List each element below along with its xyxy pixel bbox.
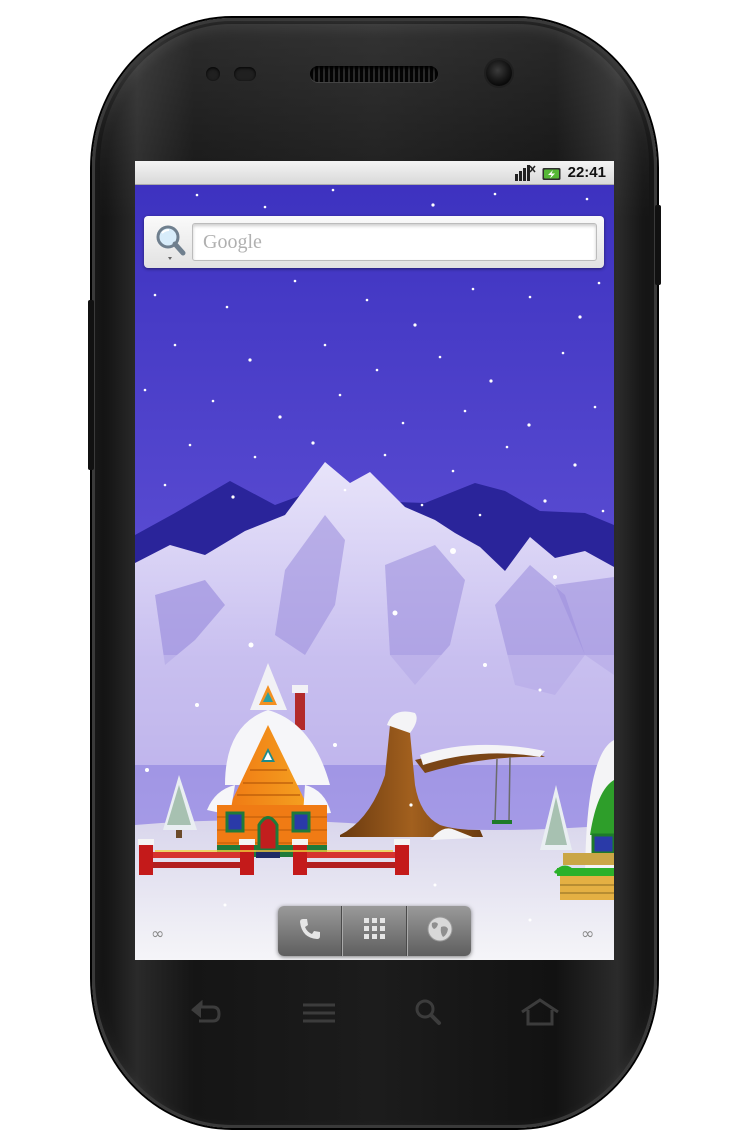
browser-globe-icon bbox=[426, 915, 454, 947]
home-key[interactable] bbox=[515, 995, 565, 1035]
magnifier-icon[interactable] bbox=[152, 222, 192, 262]
earpiece-speaker bbox=[310, 66, 438, 82]
screen: 22:41 Google ∞ ∞ bbox=[135, 161, 614, 960]
proximity-sensor bbox=[206, 67, 220, 81]
search-placeholder: Google bbox=[203, 231, 262, 253]
phone-icon bbox=[297, 916, 323, 946]
light-sensor bbox=[234, 67, 256, 81]
menu-icon bbox=[299, 998, 339, 1032]
search-icon bbox=[411, 996, 445, 1034]
battery-charging-icon bbox=[542, 166, 562, 180]
page-indicator-left[interactable]: ∞ bbox=[151, 924, 164, 943]
live-wallpaper bbox=[135, 185, 614, 960]
launcher-dock bbox=[278, 906, 471, 956]
app-drawer-icon bbox=[362, 916, 388, 946]
search-input[interactable]: Google bbox=[192, 223, 597, 261]
google-search-widget[interactable]: Google bbox=[144, 216, 604, 268]
back-icon bbox=[185, 998, 225, 1032]
back-key[interactable] bbox=[180, 995, 230, 1035]
search-key[interactable] bbox=[403, 995, 453, 1035]
menu-key[interactable] bbox=[294, 995, 344, 1035]
volume-button[interactable] bbox=[88, 300, 94, 470]
status-bar: 22:41 bbox=[135, 161, 614, 185]
browser-button[interactable] bbox=[407, 906, 471, 956]
status-time: 22:41 bbox=[567, 164, 606, 181]
phone-button[interactable] bbox=[278, 906, 342, 956]
power-button[interactable] bbox=[655, 205, 661, 285]
home-icon bbox=[518, 997, 562, 1033]
page-indicator-right[interactable]: ∞ bbox=[581, 924, 594, 943]
app-drawer-button[interactable] bbox=[342, 906, 407, 956]
front-camera bbox=[486, 60, 512, 86]
signal-icon bbox=[514, 164, 536, 182]
